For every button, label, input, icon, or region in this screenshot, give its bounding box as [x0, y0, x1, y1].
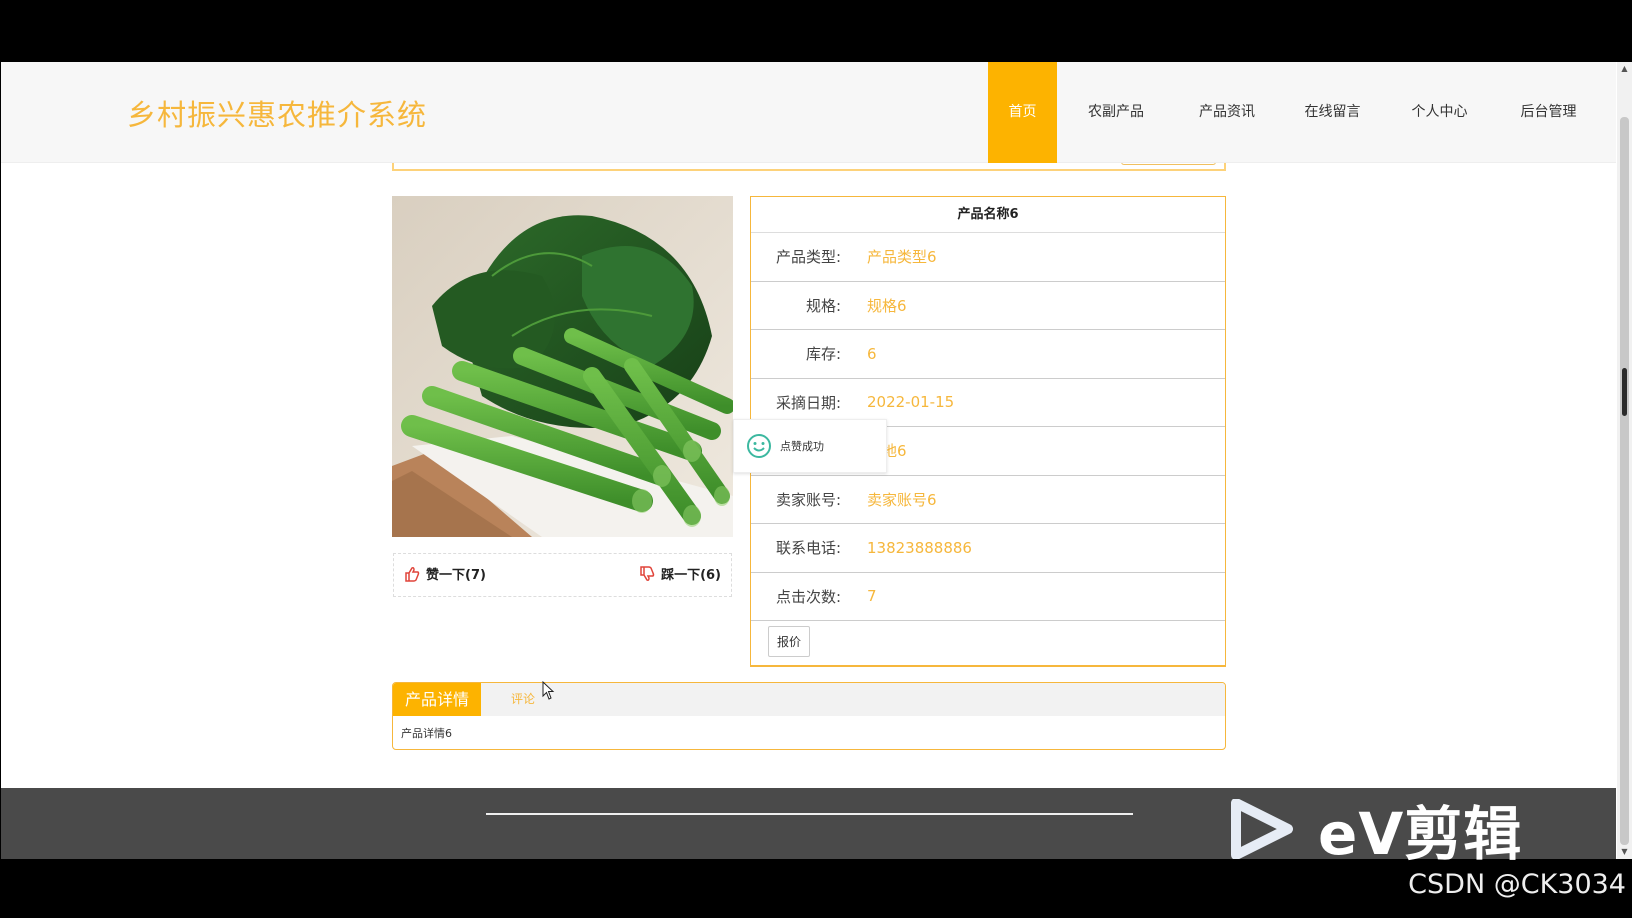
dislike-button[interactable]: 踩一下(6) — [639, 564, 721, 583]
thumbs-down-icon — [640, 565, 655, 581]
tab-header: 产品详情 评论 — [393, 683, 1225, 716]
page-scrollbar[interactable]: ▲ ▼ — [1617, 62, 1632, 859]
info-value: 7 — [867, 587, 877, 606]
product-image — [392, 196, 733, 537]
scroll-up-arrow-icon[interactable]: ▲ — [1617, 62, 1632, 76]
thumbs-up-icon — [405, 566, 420, 582]
csdn-credit: CSDN @CK3034 — [1408, 869, 1626, 900]
nav-item-messages[interactable]: 在线留言 — [1279, 62, 1386, 163]
info-row-phone: 联系电话: 13823888886 — [751, 524, 1225, 573]
footer-divider — [486, 813, 1133, 815]
info-actions: 报价 — [751, 621, 1225, 661]
nav-item-products[interactable]: 农副产品 — [1057, 62, 1175, 163]
like-button[interactable]: 赞一下(7) — [404, 564, 486, 583]
info-value: 卖家账号6 — [867, 490, 937, 509]
ev-watermark-text: eV剪辑 — [1318, 800, 1523, 868]
dislike-label: 踩一下(6) — [661, 568, 721, 583]
scroll-thumb[interactable] — [1620, 117, 1629, 845]
info-value: 6 — [867, 344, 877, 363]
site-header: 乡村振兴惠农推介系统 首页 农副产品 产品资讯 在线留言 个人中心 后台管理 — [1, 62, 1616, 163]
mouse-cursor-icon — [542, 681, 555, 700]
info-value: 规格6 — [867, 296, 907, 315]
ev-editor-watermark: eV剪辑 — [1230, 787, 1522, 871]
info-label: 点击次数: — [775, 587, 841, 606]
like-label: 赞一下(7) — [426, 568, 486, 583]
info-row-type: 产品类型: 产品类型6 — [751, 233, 1225, 282]
info-row-clicks: 点击次数: 7 — [751, 573, 1225, 621]
info-label: 库存: — [805, 345, 841, 364]
tab-product-details[interactable]: 产品详情 — [393, 683, 482, 716]
info-value: 13823888886 — [867, 538, 972, 557]
info-label: 规格: — [805, 296, 841, 315]
product-name: 产品名称6 — [751, 197, 1225, 233]
info-label: 产品类型: — [775, 248, 841, 267]
video-top-letterbox — [0, 0, 1632, 62]
tab-content: 产品详情6 — [401, 727, 452, 740]
play-logo-icon — [1231, 799, 1293, 859]
info-value: 产品类型6 — [867, 248, 937, 267]
info-row-seller: 卖家账号: 卖家账号6 — [751, 476, 1225, 524]
site-logo[interactable]: 乡村振兴惠农推介系统 — [127, 92, 427, 134]
success-toast: 点赞成功 — [733, 419, 887, 473]
main-nav: 首页 农副产品 产品资讯 在线留言 个人中心 后台管理 — [988, 62, 1604, 163]
scroll-down-arrow-icon[interactable]: ▼ — [1617, 845, 1632, 859]
info-row-spec: 规格: 规格6 — [751, 282, 1225, 330]
smile-icon — [747, 434, 771, 458]
info-label: 卖家账号: — [775, 490, 841, 509]
info-label: 采摘日期: — [775, 393, 841, 412]
vote-bar: 赞一下(7) 踩一下(6) — [393, 553, 732, 597]
info-row-stock: 库存: 6 — [751, 330, 1225, 379]
quote-button[interactable]: 报价 — [768, 625, 811, 657]
choy-sum-photo — [392, 196, 733, 537]
scroll-position-marker — [1622, 368, 1627, 416]
toast-message: 点赞成功 — [780, 440, 824, 453]
info-label: 联系电话: — [775, 539, 841, 558]
info-value: 2022-01-15 — [867, 393, 955, 412]
detail-tabs: 产品详情 评论 产品详情6 — [392, 682, 1226, 750]
nav-item-news[interactable]: 产品资讯 — [1175, 62, 1279, 163]
nav-item-profile[interactable]: 个人中心 — [1386, 62, 1493, 163]
nav-item-home[interactable]: 首页 — [988, 62, 1057, 163]
browser-viewport: 乡村振兴惠农推介系统 首页 农副产品 产品资讯 在线留言 个人中心 后台管理 赞… — [1, 62, 1632, 859]
nav-item-admin[interactable]: 后台管理 — [1493, 62, 1604, 163]
